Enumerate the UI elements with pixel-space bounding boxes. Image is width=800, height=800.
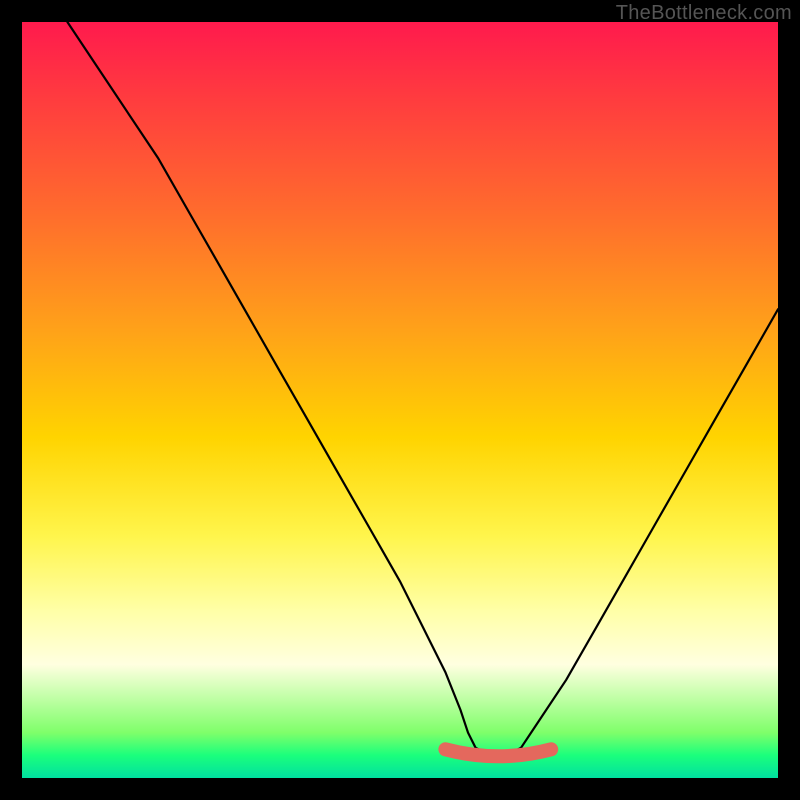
watermark-text: TheBottleneck.com <box>616 2 792 25</box>
flat-zone-svg <box>22 22 778 778</box>
flat-zone-marker <box>445 749 551 756</box>
